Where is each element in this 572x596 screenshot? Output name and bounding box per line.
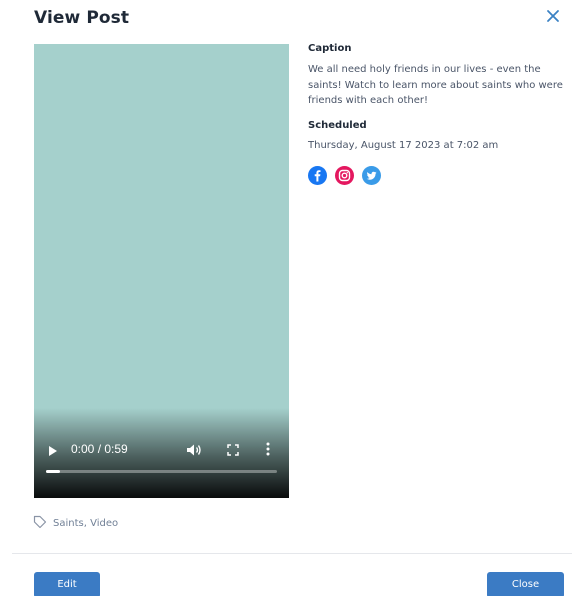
video-time: 0:00 / 0:59 bbox=[71, 442, 128, 456]
more-options-icon[interactable] bbox=[264, 441, 272, 457]
view-post-modal: View Post 0:00 / 0:59 Caption We all nee… bbox=[0, 0, 572, 596]
close-button[interactable]: Close bbox=[487, 572, 564, 596]
platform-list bbox=[308, 165, 564, 185]
edit-button[interactable]: Edit bbox=[34, 572, 100, 596]
scheduled-date: Thursday, August 17 2023 at 7:02 am bbox=[308, 139, 499, 151]
tag-icon bbox=[33, 514, 47, 533]
scheduled-label: Scheduled bbox=[308, 119, 367, 131]
video-player[interactable]: 0:00 / 0:59 bbox=[34, 44, 289, 498]
video-controls: 0:00 / 0:59 bbox=[34, 434, 289, 498]
post-tags: Saints, Video bbox=[33, 514, 118, 533]
video-progress-bar[interactable] bbox=[46, 470, 277, 473]
instagram-icon bbox=[335, 165, 354, 185]
facebook-icon bbox=[308, 165, 327, 185]
tags-text: Saints, Video bbox=[53, 517, 119, 529]
volume-icon[interactable] bbox=[186, 442, 202, 456]
post-details: Caption We all need holy friends in our … bbox=[308, 42, 564, 185]
video-buffer bbox=[46, 470, 60, 473]
play-icon[interactable] bbox=[48, 442, 60, 456]
caption-text: We all need holy friends in our lives - … bbox=[308, 64, 563, 106]
caption-label: Caption bbox=[308, 43, 352, 54]
twitter-icon bbox=[362, 165, 381, 185]
modal-title: View Post bbox=[34, 8, 130, 28]
close-icon[interactable] bbox=[544, 6, 562, 26]
fullscreen-icon[interactable] bbox=[226, 442, 240, 456]
footer-divider bbox=[12, 553, 572, 554]
